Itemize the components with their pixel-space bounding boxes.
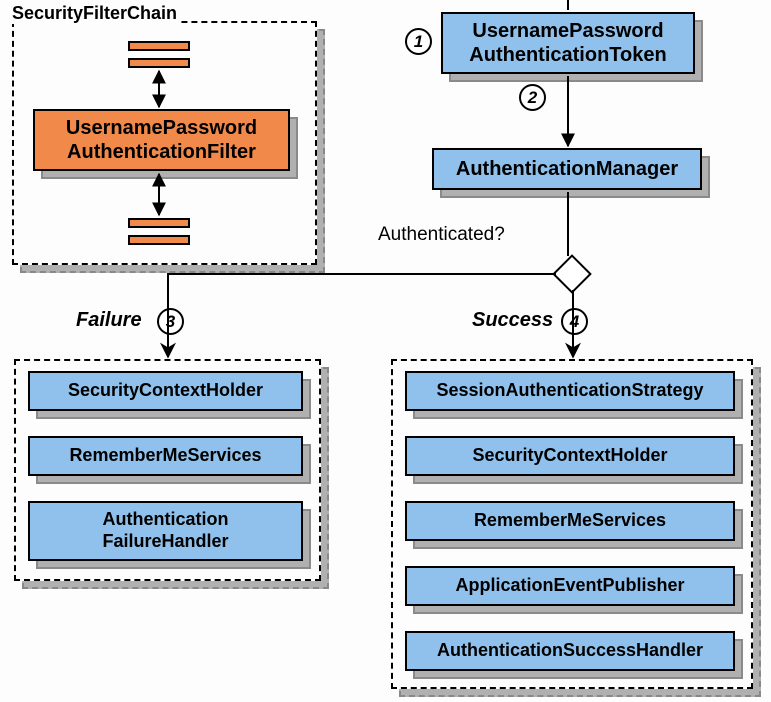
step-4-num: 4 <box>570 312 579 332</box>
filter-bar-bot1 <box>128 218 190 228</box>
success-item-2: RememberMeServices <box>405 501 735 541</box>
success-item-1: SecurityContextHolder <box>405 436 735 476</box>
failure-item-2: Authentication FailureHandler <box>28 501 303 561</box>
success-label: Success <box>472 309 553 332</box>
filter-bar-top1 <box>128 41 190 51</box>
auth-filter-box: UsernamePassword AuthenticationFilter <box>33 109 290 171</box>
step-3-badge: 3 <box>157 308 184 335</box>
failure-label: Failure <box>76 309 142 332</box>
filter-bar-top2 <box>128 58 190 68</box>
filter-chain-title: SecurityFilterChain <box>10 3 179 24</box>
success-item-0: SessionAuthenticationStrategy <box>405 371 735 411</box>
token-box: UsernamePassword AuthenticationToken <box>441 12 695 74</box>
failure-item-0: SecurityContextHolder <box>28 371 303 411</box>
failure-item-1: RememberMeServices <box>28 436 303 476</box>
authenticated-label: Authenticated? <box>378 224 505 246</box>
manager-box: AuthenticationManager <box>432 148 702 190</box>
decision-diamond <box>552 254 592 294</box>
step-1-badge: 1 <box>405 28 432 55</box>
step-4-badge: 4 <box>561 308 588 335</box>
step-1-num: 1 <box>414 32 423 52</box>
step-2-badge: 2 <box>519 84 546 111</box>
success-item-3: ApplicationEventPublisher <box>405 566 735 606</box>
step-3-num: 3 <box>166 312 175 332</box>
filter-bar-bot2 <box>128 235 190 245</box>
step-2-num: 2 <box>528 88 537 108</box>
success-item-4: AuthenticationSuccessHandler <box>405 631 735 671</box>
